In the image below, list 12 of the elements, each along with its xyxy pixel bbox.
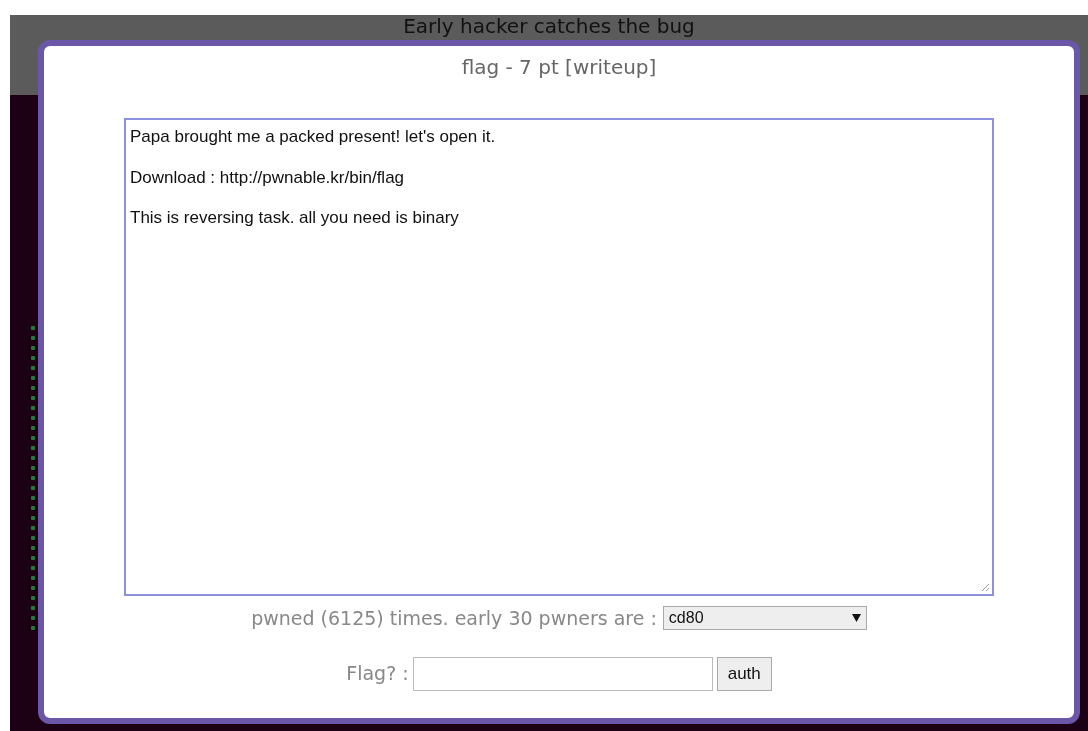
flag-label: Flag? :: [346, 661, 409, 687]
modal-title: flag - 7 pt [writeup]: [461, 54, 657, 81]
description-line: Download : http://pwnable.kr/bin/flag: [130, 166, 405, 189]
auth-button[interactable]: auth: [716, 656, 772, 691]
flag-input[interactable]: [412, 656, 713, 691]
caret-icon: [851, 614, 861, 623]
page-heading: Early hacker catches the bug: [403, 15, 695, 37]
resize-grip-icon: [981, 583, 990, 592]
description-line: This is reversing task. all you need is binary: [130, 207, 459, 229]
description-line: Papa brought me a packed present! let's open it.: [130, 126, 496, 148]
pwned-label: pwned (6125) times. early 30 pwners are :: [251, 606, 657, 631]
pwners-select[interactable]: cd80: [662, 606, 867, 631]
